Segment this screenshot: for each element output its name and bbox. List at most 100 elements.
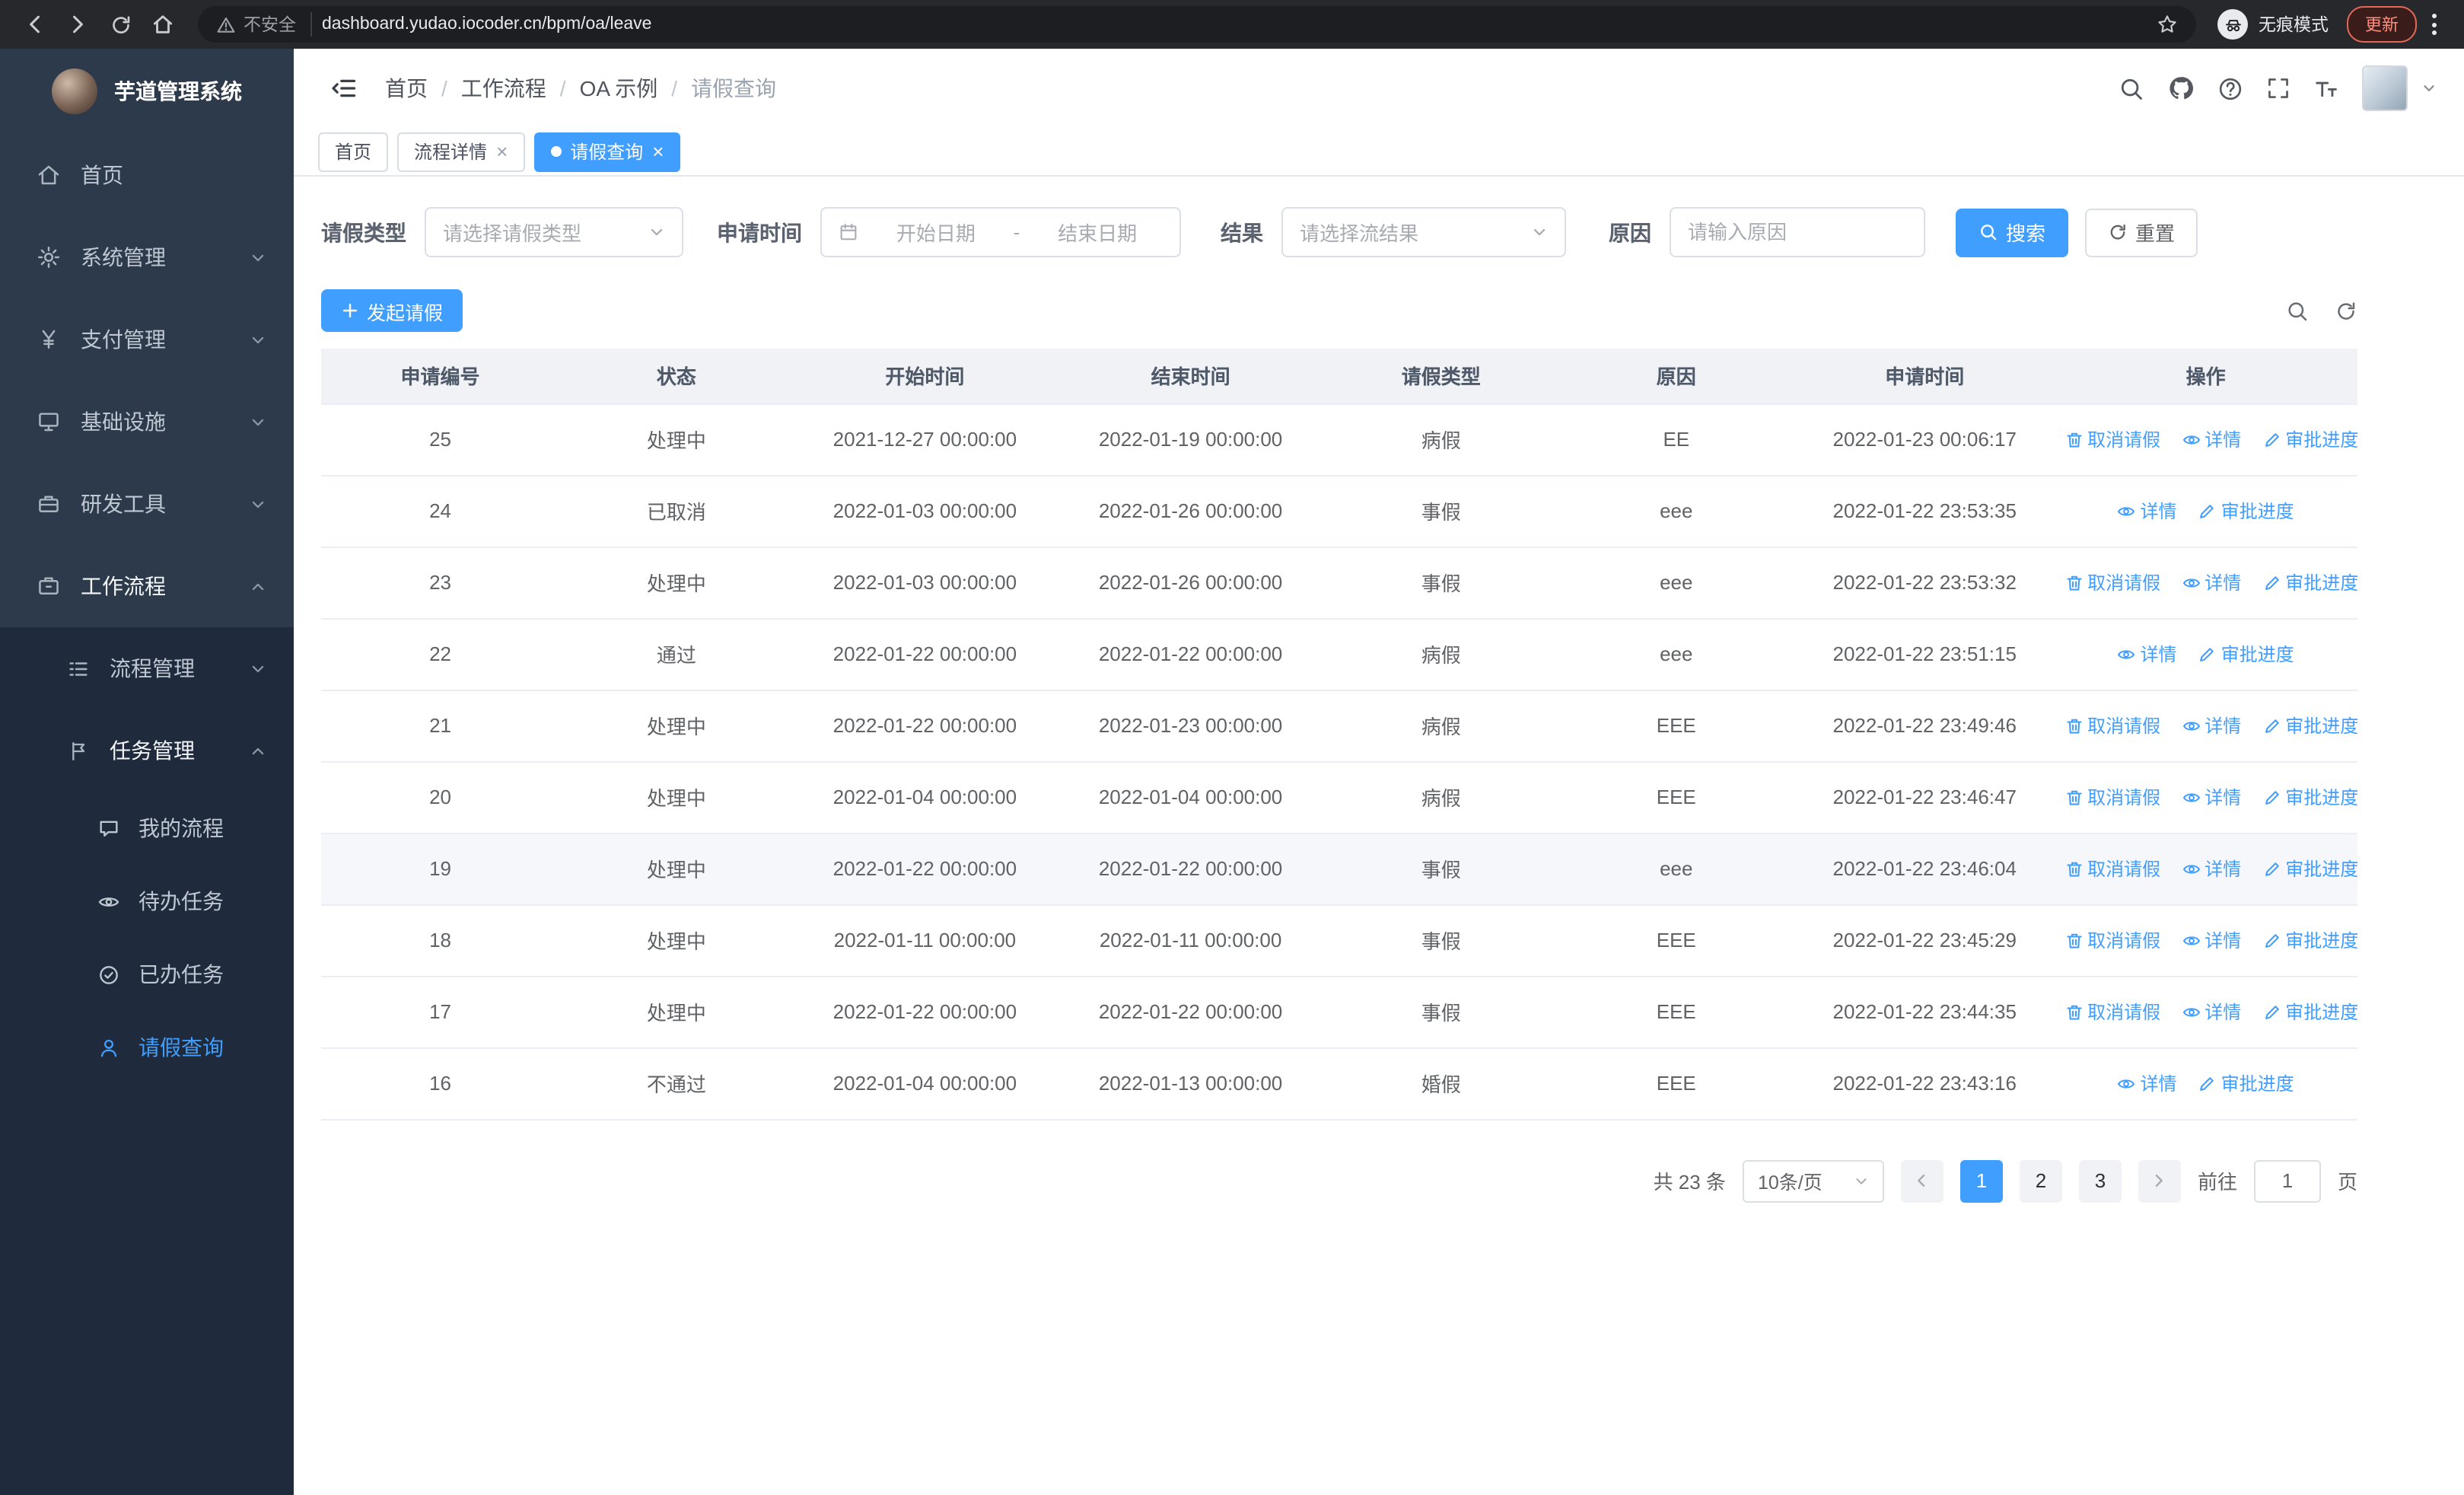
cancel-icon bbox=[2064, 573, 2083, 591]
reason-input[interactable] bbox=[1671, 209, 1924, 256]
approval-progress-action[interactable]: 审批进度 bbox=[2262, 426, 2357, 452]
cancel-leave-action[interactable]: 取消请假 bbox=[2064, 999, 2160, 1025]
detail-action[interactable]: 详情 bbox=[2118, 498, 2177, 524]
apply-time-label: 申请时间 bbox=[717, 220, 802, 244]
detail-action[interactable]: 详情 bbox=[2182, 999, 2241, 1025]
detail-action[interactable]: 详情 bbox=[2182, 856, 2241, 881]
refresh-icon[interactable] bbox=[100, 5, 140, 44]
bookmark-star-icon[interactable] bbox=[2157, 14, 2178, 35]
next-page-button[interactable] bbox=[2138, 1159, 2181, 1202]
address-bar[interactable]: 不安全 dashboard.yudao.iocoder.cn/bpm/oa/le… bbox=[198, 6, 2196, 43]
cell-reason: eee bbox=[1557, 547, 1796, 619]
approval-progress-action[interactable]: 审批进度 bbox=[2198, 498, 2294, 524]
cell-start: 2022-01-22 00:00:00 bbox=[793, 976, 1056, 1048]
detail-action[interactable]: 详情 bbox=[2182, 712, 2241, 738]
sidebar-item-payment[interactable]: 支付管理 bbox=[0, 298, 294, 381]
cell-type: 病假 bbox=[1325, 618, 1558, 690]
detail-action[interactable]: 详情 bbox=[2118, 641, 2177, 667]
cell-start: 2022-01-03 00:00:00 bbox=[793, 475, 1056, 547]
approval-progress-action[interactable]: 审批进度 bbox=[2262, 927, 2357, 953]
reset-button[interactable]: 重置 bbox=[2085, 208, 2198, 257]
sidebar-item-home[interactable]: 首页 bbox=[0, 134, 294, 216]
approval-progress-action[interactable]: 审批进度 bbox=[2262, 569, 2357, 595]
browser-update-button[interactable]: 更新 bbox=[2347, 6, 2417, 43]
cancel-leave-action[interactable]: 取消请假 bbox=[2064, 927, 2160, 953]
cell-start: 2021-12-27 00:00:00 bbox=[793, 403, 1056, 476]
page-button-2[interactable]: 2 bbox=[2019, 1159, 2062, 1202]
sidebar-item-todo-tasks[interactable]: 待办任务 bbox=[0, 865, 294, 938]
sidebar-item-system[interactable]: 系统管理 bbox=[0, 216, 294, 298]
date-range-picker[interactable]: 开始日期 - 结束日期 bbox=[820, 207, 1181, 257]
start-date-input[interactable]: 开始日期 bbox=[871, 218, 1001, 247]
tab-process-detail[interactable]: 流程详情 × bbox=[397, 132, 525, 171]
security-status[interactable]: 不安全 bbox=[216, 12, 311, 37]
fullscreen-icon[interactable] bbox=[2266, 76, 2291, 100]
page-button-1[interactable]: 1 bbox=[1959, 1159, 2003, 1202]
end-date-input[interactable]: 结束日期 bbox=[1032, 218, 1163, 247]
detail-action[interactable]: 详情 bbox=[2182, 426, 2241, 452]
user-avatar[interactable] bbox=[2362, 65, 2408, 111]
sidebar-collapse-icon[interactable] bbox=[330, 75, 358, 102]
approval-progress-action[interactable]: 审批进度 bbox=[2262, 784, 2357, 810]
close-icon[interactable]: × bbox=[496, 142, 508, 161]
incognito-icon bbox=[2217, 9, 2248, 40]
approval-progress-action[interactable]: 审批进度 bbox=[2262, 712, 2357, 738]
cell-start: 2022-01-04 00:00:00 bbox=[793, 1047, 1056, 1120]
approval-progress-action[interactable]: 审批进度 bbox=[2262, 856, 2357, 881]
font-size-icon[interactable] bbox=[2313, 75, 2339, 101]
browser-menu-icon[interactable] bbox=[2420, 14, 2449, 35]
page-unit-label: 页 bbox=[2337, 1171, 2357, 1194]
forward-icon[interactable] bbox=[58, 5, 97, 44]
sidebar-item-devtools[interactable]: 研发工具 bbox=[0, 463, 294, 545]
table-refresh-icon[interactable] bbox=[2335, 299, 2357, 322]
sidebar-item-task-management[interactable]: 任务管理 bbox=[0, 709, 294, 792]
tab-home[interactable]: 首页 bbox=[318, 132, 389, 171]
back-icon[interactable] bbox=[15, 5, 55, 44]
detail-action[interactable]: 详情 bbox=[2182, 784, 2241, 810]
cancel-leave-action[interactable]: 取消请假 bbox=[2064, 569, 2160, 595]
cell-id: 24 bbox=[321, 475, 560, 547]
sidebar-item-done-tasks[interactable]: 已办任务 bbox=[0, 938, 294, 1011]
cell-status: 处理中 bbox=[559, 833, 794, 905]
sidebar-item-process-management[interactable]: 流程管理 bbox=[0, 627, 294, 709]
sidebar-item-my-process[interactable]: 我的流程 bbox=[0, 792, 294, 865]
approval-progress-action[interactable]: 审批进度 bbox=[2198, 1070, 2294, 1096]
breadcrumb-oa-example[interactable]: OA 示例 bbox=[580, 73, 658, 104]
approval-progress-action[interactable]: 审批进度 bbox=[2198, 641, 2294, 667]
sidebar-item-workflow[interactable]: 工作流程 bbox=[0, 545, 294, 627]
search-button[interactable]: 搜索 bbox=[1956, 208, 2069, 257]
col-reason: 原因 bbox=[1557, 349, 1796, 404]
prev-page-button[interactable] bbox=[1900, 1159, 1944, 1202]
github-icon[interactable] bbox=[2167, 75, 2195, 102]
leave-type-select[interactable]: 请选择请假类型 bbox=[425, 207, 683, 257]
breadcrumb-workflow[interactable]: 工作流程 bbox=[461, 73, 546, 104]
help-icon[interactable] bbox=[2217, 75, 2243, 101]
page-size-select[interactable]: 10条/页 bbox=[1742, 1159, 1884, 1202]
progress-icon bbox=[2262, 573, 2281, 591]
cancel-leave-action[interactable]: 取消请假 bbox=[2064, 426, 2160, 452]
cell-end: 2022-01-22 00:00:00 bbox=[1055, 618, 1326, 690]
sidebar-item-leave-query[interactable]: 请假查询 bbox=[0, 1011, 294, 1084]
detail-action[interactable]: 详情 bbox=[2182, 927, 2241, 953]
table-search-icon[interactable] bbox=[2286, 299, 2309, 322]
home-icon[interactable] bbox=[143, 5, 183, 44]
result-select[interactable]: 请选择流结果 bbox=[1281, 207, 1566, 257]
search-icon[interactable] bbox=[2119, 75, 2144, 101]
cancel-leave-action[interactable]: 取消请假 bbox=[2064, 856, 2160, 881]
avatar-caret-icon[interactable] bbox=[2421, 81, 2437, 96]
detail-action[interactable]: 详情 bbox=[2182, 569, 2241, 595]
tab-leave-query[interactable]: 请假查询 × bbox=[533, 132, 681, 171]
approval-progress-action[interactable]: 审批进度 bbox=[2262, 999, 2357, 1025]
goto-page-input[interactable] bbox=[2253, 1159, 2321, 1202]
cell-status: 通过 bbox=[559, 618, 794, 690]
cancel-leave-action[interactable]: 取消请假 bbox=[2064, 784, 2160, 810]
cell-start: 2022-01-03 00:00:00 bbox=[793, 547, 1056, 619]
sidebar-item-infrastructure[interactable]: 基础设施 bbox=[0, 381, 294, 463]
close-icon[interactable]: × bbox=[652, 142, 664, 161]
progress-icon bbox=[2198, 645, 2217, 663]
breadcrumb-home[interactable]: 首页 bbox=[385, 73, 428, 104]
page-button-3[interactable]: 3 bbox=[2078, 1159, 2122, 1202]
create-leave-button[interactable]: 发起请假 bbox=[321, 289, 463, 332]
detail-action[interactable]: 详情 bbox=[2118, 1070, 2177, 1096]
cancel-leave-action[interactable]: 取消请假 bbox=[2064, 712, 2160, 738]
